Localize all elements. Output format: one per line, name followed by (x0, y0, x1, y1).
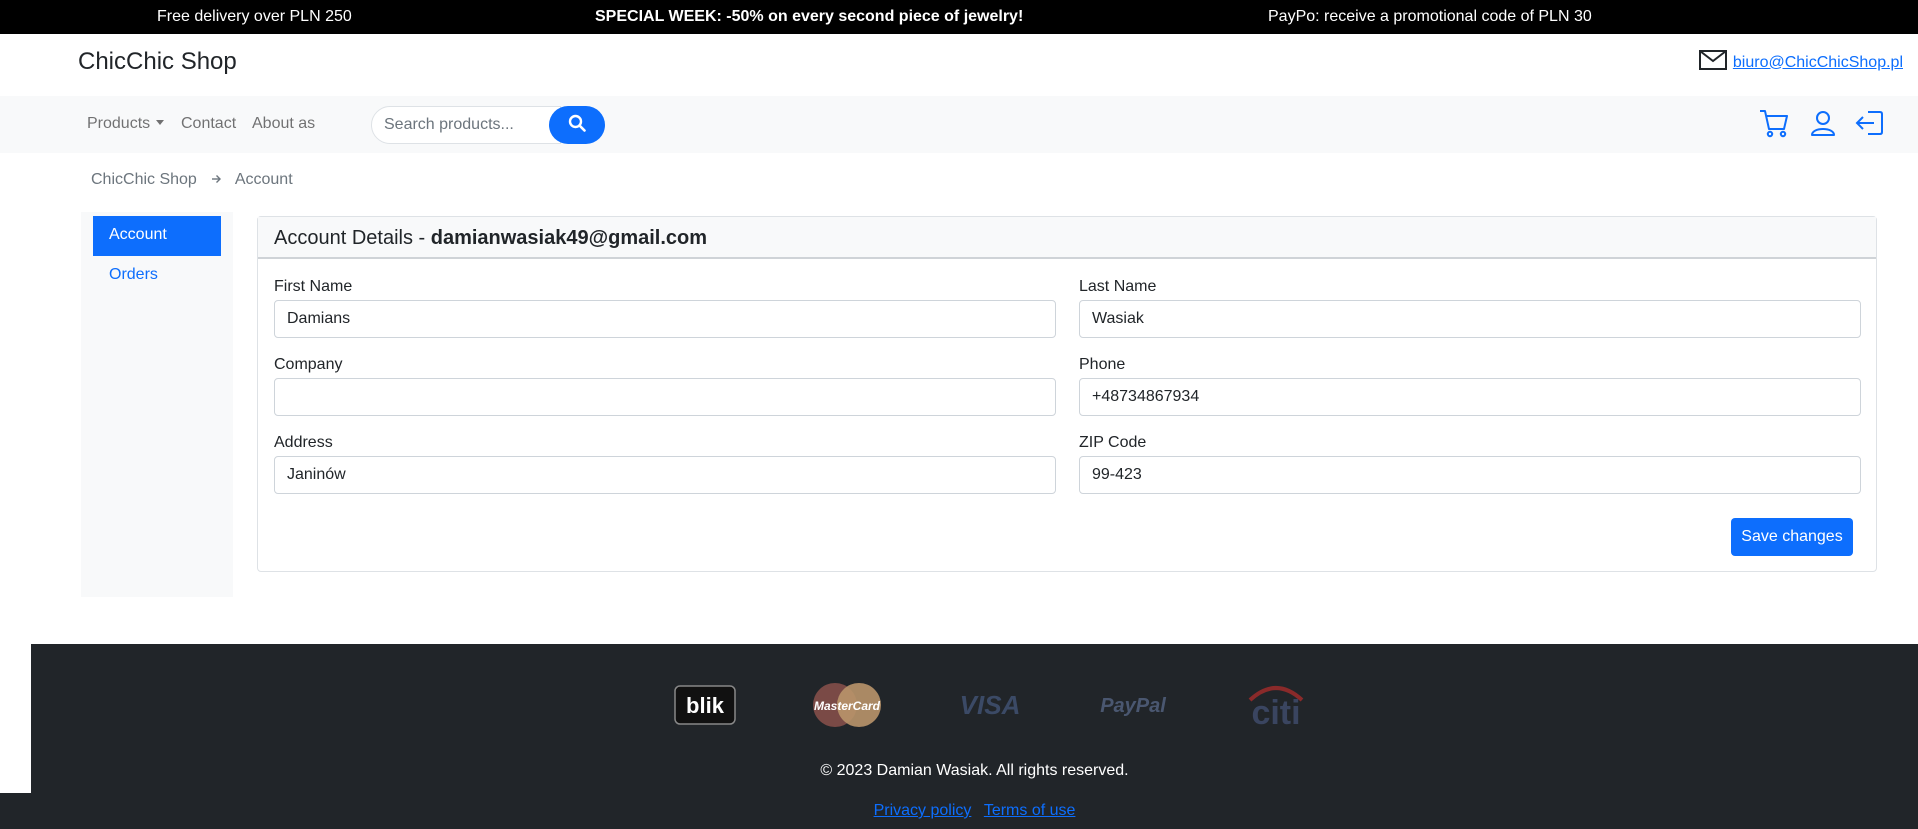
contact-email: biuro@ChicChicShop.pl (1698, 50, 1903, 75)
brand-row: ChicChic Shop biuro@ChicChicShop.pl (0, 34, 1918, 96)
search-input[interactable] (371, 106, 561, 144)
sidebar-item-orders[interactable]: Orders (93, 256, 221, 296)
zip-label: ZIP Code (1079, 434, 1147, 451)
breadcrumb-current: Account (234, 171, 293, 188)
card-title-prefix: Account Details - (274, 227, 431, 249)
citi-logo: citi (1238, 682, 1314, 730)
nav-contact[interactable]: Contact (181, 115, 236, 133)
announcement-paypo: PayPo: receive a promotional code of PLN… (1268, 8, 1592, 25)
terms-of-use-link[interactable]: Terms of use (984, 802, 1076, 819)
account-button[interactable] (1806, 108, 1840, 142)
account-sidebar: Account Orders (81, 212, 233, 597)
search-form (371, 106, 605, 144)
svg-text:MasterCard: MasterCard (814, 699, 881, 713)
copyright-text: © 2023 Damian Wasiak. All rights reserve… (820, 762, 1129, 779)
footer-strip (0, 793, 31, 829)
address-label: Address (274, 434, 333, 451)
zip-group: ZIP Code (1079, 434, 1861, 494)
email-link[interactable]: biuro@ChicChicShop.pl (1733, 54, 1903, 72)
breadcrumb-home[interactable]: ChicChic Shop (91, 171, 197, 189)
svg-text:blik: blik (686, 693, 725, 718)
user-icon (1809, 109, 1837, 142)
paypal-logo: PayPal (1095, 682, 1171, 728)
last-name-field[interactable] (1079, 300, 1861, 338)
site-brand[interactable]: ChicChic Shop (78, 48, 237, 76)
last-name-group: Last Name (1079, 278, 1861, 338)
company-label: Company (274, 356, 343, 373)
first-name-group: First Name (274, 278, 1056, 338)
card-header: Account Details - damianwasiak49@gmail.c… (258, 217, 1876, 259)
svg-text:VISA: VISA (960, 690, 1021, 720)
phone-label: Phone (1079, 356, 1126, 373)
account-details-card: Account Details - damianwasiak49@gmail.c… (257, 216, 1877, 572)
announcement-special-week: SPECIAL WEEK: -50% on every second piece… (595, 8, 1024, 25)
search-icon (568, 114, 586, 137)
announcement-delivery: Free delivery over PLN 250 (157, 8, 352, 25)
caret-down-icon (156, 120, 165, 125)
announcement-bar: Free delivery over PLN 250 SPECIAL WEEK:… (0, 0, 1918, 34)
mastercard-logo: MasterCard (809, 682, 885, 728)
first-name-label: First Name (274, 278, 353, 295)
address-field[interactable] (274, 456, 1056, 494)
privacy-policy-link[interactable]: Privacy policy (874, 802, 972, 819)
search-button[interactable] (549, 106, 605, 144)
company-field[interactable] (274, 378, 1056, 416)
main-navbar: Products Contact About as (0, 96, 1918, 153)
nav-about[interactable]: About as (252, 115, 315, 133)
footer-links: Privacy policy Terms of use (31, 802, 1918, 820)
zip-field[interactable] (1079, 456, 1861, 494)
blik-logo: blik (674, 682, 736, 728)
sidebar-item-account[interactable]: Account (93, 216, 221, 256)
cart-button[interactable] (1757, 108, 1791, 142)
nav-products-label: Products (87, 115, 151, 132)
phone-group: Phone (1079, 356, 1861, 416)
site-footer: blik MasterCard VISA PayPal citi © 2023 … (31, 644, 1918, 829)
logout-button[interactable] (1852, 108, 1886, 142)
phone-field[interactable] (1079, 378, 1861, 416)
envelope-icon (1698, 50, 1727, 75)
svg-text:PayPal: PayPal (1100, 695, 1166, 717)
nav-products-dropdown[interactable]: Products (87, 115, 165, 133)
last-name-label: Last Name (1079, 278, 1157, 295)
address-group: Address (274, 434, 1056, 494)
logout-icon (1854, 109, 1884, 142)
account-email: damianwasiak49@gmail.com (430, 227, 708, 249)
first-name-field[interactable] (274, 300, 1056, 338)
visa-logo: VISA (952, 682, 1028, 728)
cart-icon (1758, 107, 1790, 144)
svg-text:citi: citi (1251, 694, 1300, 730)
breadcrumb: ChicChic Shop Account (91, 171, 293, 189)
save-changes-button[interactable]: Save changes (1731, 518, 1853, 556)
arrow-right-icon (211, 171, 221, 189)
company-group: Company (274, 356, 1056, 416)
